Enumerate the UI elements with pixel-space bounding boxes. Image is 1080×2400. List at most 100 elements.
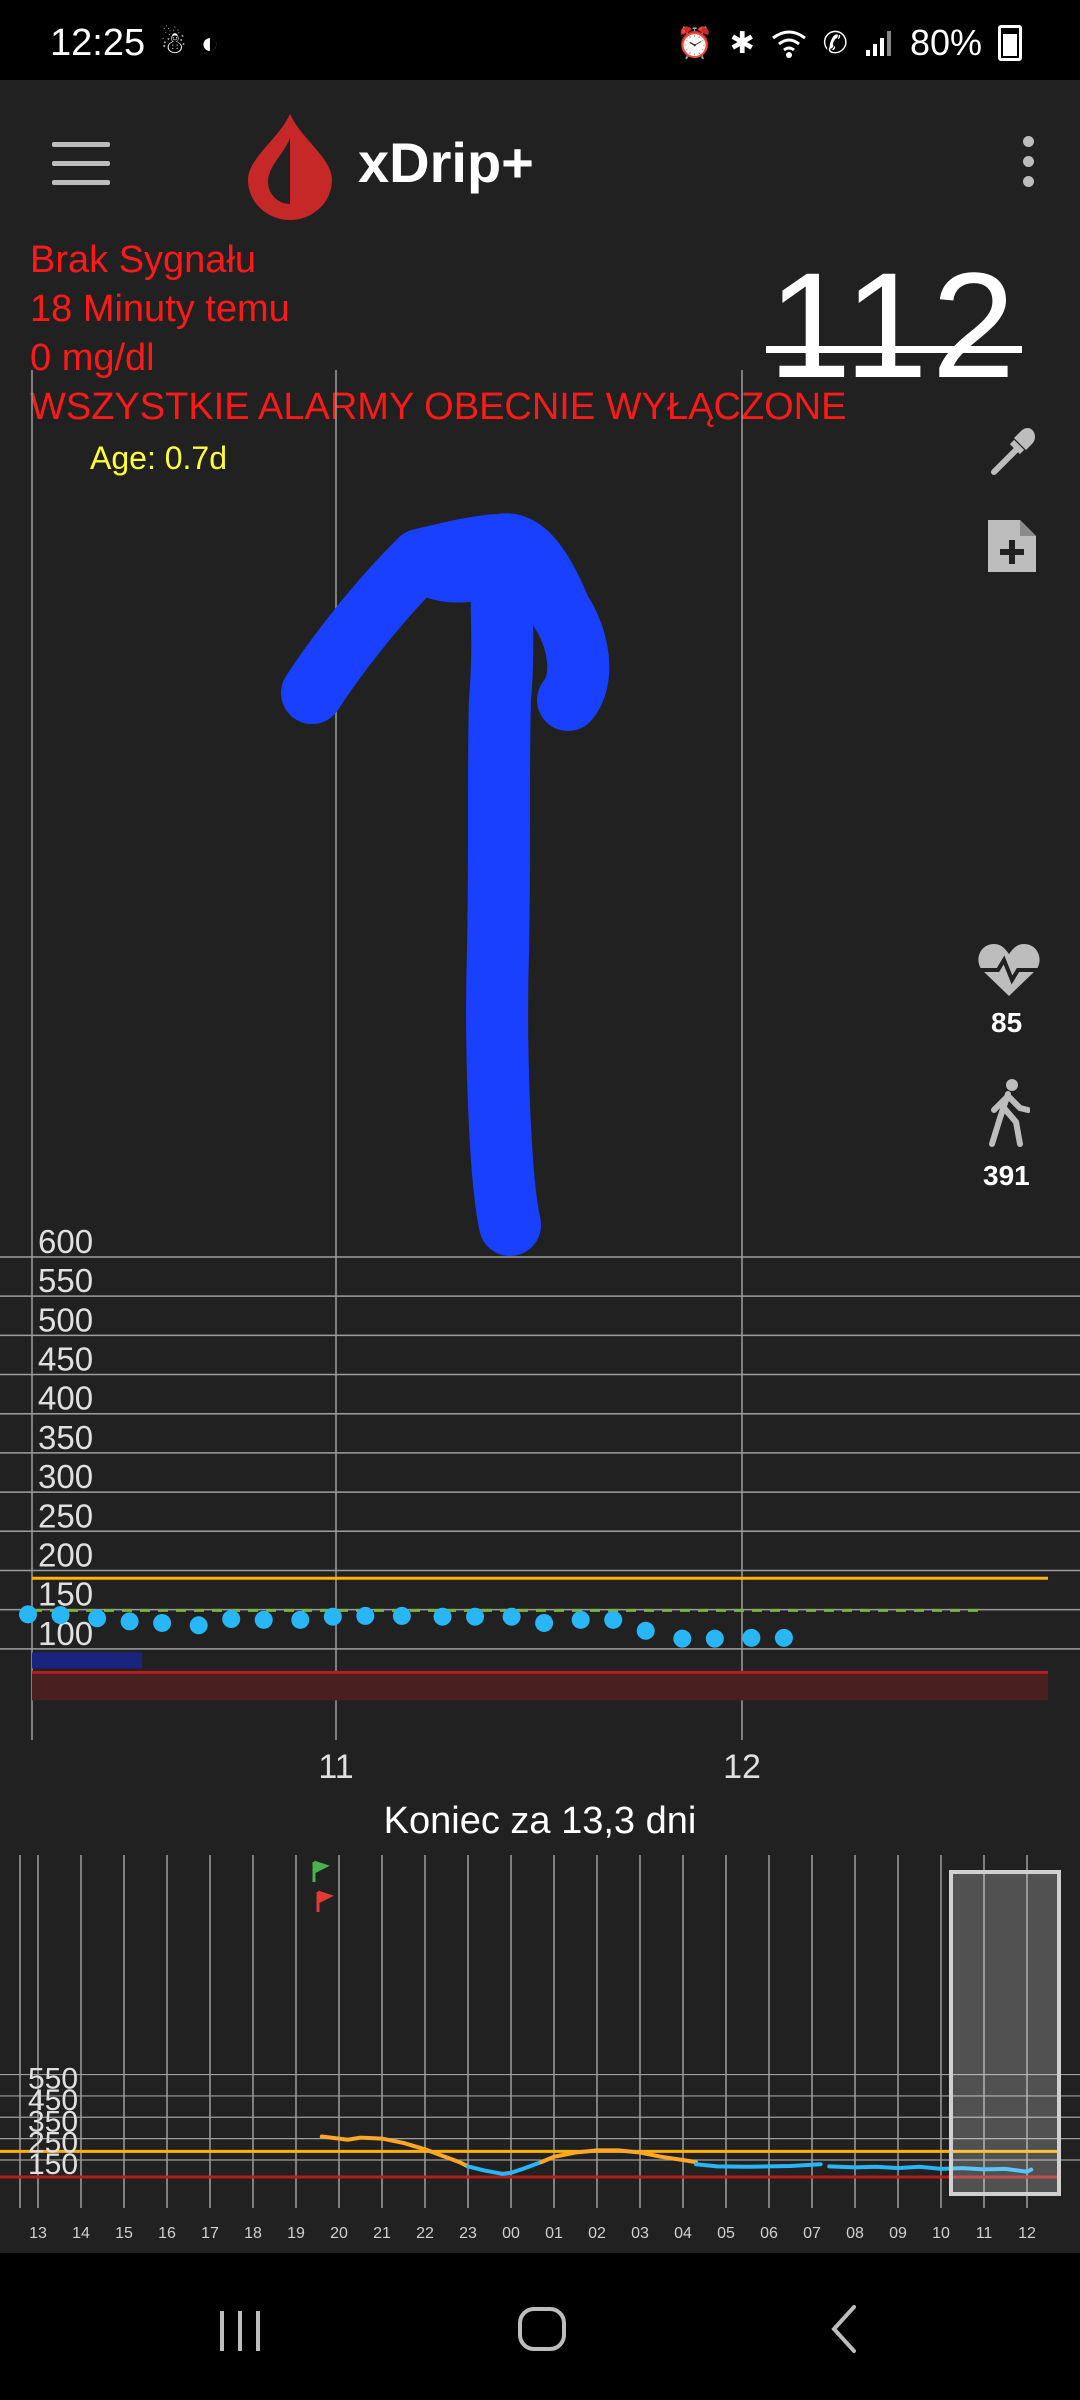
overflow-menu-button[interactable] — [1016, 136, 1040, 196]
heart-rate-icon — [978, 944, 1040, 996]
overview-x-tick-label: 04 — [674, 2225, 692, 2242]
viewport-selector[interactable] — [949, 1870, 1061, 2196]
main-chart-xlabels: 11 12 — [318, 1748, 761, 1786]
overview-x-tick-label: 22 — [416, 2225, 434, 2242]
bg-reading-point — [153, 1613, 172, 1632]
blood-drop-icon — [248, 114, 332, 220]
overview-x-tick-label: 07 — [803, 2225, 821, 2242]
main-x-tick-label: 12 — [723, 1748, 761, 1786]
bg-reading-point — [433, 1607, 452, 1626]
bg-reading-point — [571, 1610, 590, 1629]
bg-reading-point — [120, 1612, 139, 1631]
bg-reading-point — [356, 1606, 375, 1625]
bg-reading-point — [673, 1629, 692, 1648]
wifi-calling-icon: ✆ — [822, 26, 848, 60]
bg-reading-point — [742, 1628, 761, 1647]
overview-x-tick-label: 13 — [29, 2225, 47, 2242]
eyedropper-icon[interactable] — [984, 420, 1044, 480]
annotation-arrow — [281, 513, 610, 1256]
main-y-tick-label: 200 — [38, 1536, 93, 1573]
notification-icon: ☃ — [160, 27, 201, 60]
bg-reading-point — [222, 1610, 241, 1629]
heart-rate-value: 85 — [991, 1007, 1023, 1038]
main-chart-ticks: 600550500450400350300250200150100 — [38, 1223, 93, 1652]
bg-reading-point — [291, 1610, 310, 1629]
back-button[interactable] — [804, 2293, 884, 2363]
bg-reading-point — [323, 1607, 342, 1626]
bg-reading-point — [254, 1610, 273, 1629]
overview-series-line — [466, 2160, 544, 2176]
app-bar: xDrip+ — [0, 80, 1080, 250]
overview-x-tick-label: 23 — [459, 2225, 477, 2242]
main-bg-chart[interactable]: 600550500450400350300250200150100 11 12 — [0, 360, 1080, 1800]
main-chart-points — [19, 1605, 793, 1648]
navigation-bar — [0, 2253, 1080, 2400]
main-y-tick-label: 400 — [38, 1380, 93, 1417]
signal-icon — [865, 31, 891, 56]
overview-x-tick-label: 17 — [201, 2225, 219, 2242]
wifi-icon — [771, 30, 806, 58]
status-right-icons: ⏰ ✱ ✆ 80% — [676, 22, 1022, 64]
bg-reading-point — [636, 1621, 655, 1640]
bg-reading-point — [19, 1605, 37, 1624]
bg-reading-point — [705, 1629, 724, 1648]
app-title: xDrip+ — [358, 131, 534, 194]
recents-button[interactable] — [200, 2293, 280, 2363]
menu-button[interactable] — [52, 142, 112, 186]
overview-grid — [0, 1855, 1080, 2208]
battery-icon — [998, 25, 1022, 61]
main-x-tick-label: 11 — [318, 1748, 353, 1786]
main-y-tick-label: 600 — [38, 1223, 93, 1260]
main-y-tick-label: 450 — [38, 1341, 93, 1378]
last-reading-time: 18 Minuty temu — [30, 288, 290, 330]
bg-reading-point — [189, 1616, 208, 1635]
bg-reading-point — [604, 1610, 623, 1629]
overview-x-tick-label: 06 — [760, 2225, 778, 2242]
overview-x-tick-label: 15 — [115, 2225, 133, 2242]
treatment-flags — [312, 1860, 334, 1912]
overview-x-tick-label: 00 — [502, 2225, 520, 2242]
overview-y-tick-label: 150 — [28, 2148, 78, 2181]
overview-x-tick-label: 20 — [330, 2225, 348, 2242]
note-add-icon[interactable] — [984, 516, 1040, 576]
overview-x-tick-label: 11 — [976, 2225, 993, 2242]
overview-x-tick-label: 08 — [846, 2225, 864, 2242]
main-y-tick-label: 550 — [38, 1262, 93, 1299]
battery-percent: 80% — [909, 22, 982, 63]
main-y-tick-label: 350 — [38, 1419, 93, 1456]
bg-reading-point — [774, 1628, 793, 1647]
overview-x-tick-label: 02 — [588, 2225, 606, 2242]
low-zone — [32, 1672, 1048, 1701]
bg-reading-point — [502, 1607, 521, 1626]
alarm-icon: ⏰ — [676, 26, 714, 60]
overview-x-tick-label: 01 — [545, 2225, 563, 2242]
status-bar: 12:25 ☃◐ ⏰ ✱ ✆ 80% — [0, 0, 1080, 80]
overview-x-tick-label: 12 — [1018, 2225, 1036, 2242]
overview-x-tick-label: 14 — [72, 2225, 90, 2242]
overview-series-line — [693, 2162, 823, 2169]
bg-reading-point — [88, 1609, 107, 1628]
overview-xlabels: 13 14 15 16 17 18 19 20 21 22 23 00 01 02 03 04 05 06 07 08… — [29, 2225, 1036, 2242]
overview-chart[interactable]: 550450350250150 13 14 15 16 17 18 19 20 21 22 23 00… — [0, 1840, 1080, 2253]
hamburger-menu-icon — [52, 142, 110, 147]
overview-x-tick-label: 10 — [932, 2225, 950, 2242]
overview-ticks: 550450350250150 — [28, 2063, 78, 2181]
bg-reading-point — [392, 1606, 411, 1625]
dark-mode-icon: ◐ — [200, 27, 234, 60]
home-button[interactable] — [502, 2293, 582, 2363]
main-y-tick-label: 150 — [38, 1576, 93, 1613]
main-y-tick-label: 300 — [38, 1458, 93, 1495]
status-left-icons: ☃◐ — [160, 26, 233, 61]
overview-x-tick-label: 05 — [717, 2225, 735, 2242]
more-vert-icon — [1022, 136, 1034, 147]
overview-x-tick-label: 09 — [889, 2225, 907, 2242]
walking-icon — [989, 1079, 1030, 1147]
overview-x-tick-label: 03 — [631, 2225, 649, 2242]
overview-x-tick-label: 19 — [287, 2225, 305, 2242]
signal-status: Brak Sygnału — [30, 239, 257, 281]
overview-x-tick-label: 21 — [373, 2225, 391, 2242]
overview-series — [319, 2134, 1034, 2176]
bluetooth-icon: ✱ — [729, 26, 755, 60]
overview-x-tick-label: 16 — [158, 2225, 176, 2242]
main-y-tick-label: 500 — [38, 1301, 93, 1338]
